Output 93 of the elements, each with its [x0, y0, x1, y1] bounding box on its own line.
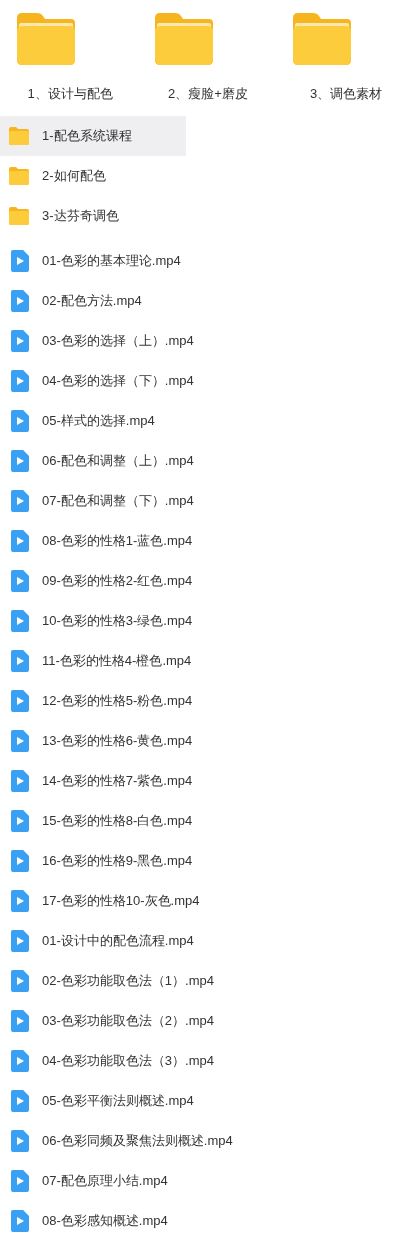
- video-file-icon: [11, 609, 29, 632]
- folder-tile[interactable]: 2、瘦脸+磨皮: [138, 12, 276, 104]
- item-name: 17-色彩的性格10-灰色.mp4: [42, 891, 200, 910]
- video-file-icon: [11, 729, 29, 752]
- item-name: 01-色彩的基本理论.mp4: [42, 251, 181, 270]
- video-file-icon: [11, 1129, 29, 1152]
- item-name: 3-达芬奇调色: [42, 206, 119, 225]
- video-file-icon: [11, 409, 29, 432]
- folder-row[interactable]: 1-配色系统课程: [0, 115, 186, 156]
- folder-tile[interactable]: 3、调色素材: [276, 12, 406, 104]
- item-name: 07-配色原理小结.mp4: [42, 1171, 168, 1190]
- file-row[interactable]: 04-色彩功能取色法（3）.mp4: [0, 1040, 220, 1081]
- folder-tile[interactable]: 1、设计与配色: [0, 12, 138, 104]
- file-row[interactable]: 05-样式的选择.mp4: [0, 400, 186, 441]
- item-name: 14-色彩的性格7-紫色.mp4: [42, 771, 193, 790]
- item-name: 06-色彩同频及聚焦法则概述.mp4: [42, 1131, 233, 1150]
- file-row[interactable]: 07-配色和调整（下）.mp4: [0, 480, 200, 521]
- item-name: 07-配色和调整（下）.mp4: [42, 491, 194, 510]
- video-file-icon: [11, 249, 29, 272]
- file-row[interactable]: 02-配色方法.mp4: [0, 280, 186, 321]
- item-name: 01-设计中的配色流程.mp4: [42, 931, 194, 950]
- item-name: 12-色彩的性格5-粉色.mp4: [42, 691, 193, 710]
- file-row[interactable]: 14-色彩的性格7-紫色.mp4: [0, 760, 199, 801]
- video-file-icon: [11, 809, 29, 832]
- file-row[interactable]: 16-色彩的性格9-黑色.mp4: [0, 840, 199, 881]
- video-file-icon: [11, 1049, 29, 1072]
- item-name: 10-色彩的性格3-绿色.mp4: [42, 611, 193, 630]
- video-file-icon: [11, 969, 29, 992]
- folder-icon: [291, 12, 353, 66]
- file-row[interactable]: 13-色彩的性格6-黄色.mp4: [0, 720, 199, 761]
- item-name: 08-色彩感知概述.mp4: [42, 1211, 168, 1230]
- folder-icon: [9, 166, 29, 185]
- item-name: 03-色彩的选择（上）.mp4: [42, 331, 194, 350]
- file-row[interactable]: 07-配色原理小结.mp4: [0, 1160, 186, 1201]
- item-name: 04-色彩的选择（下）.mp4: [42, 371, 194, 390]
- video-file-icon: [11, 1009, 29, 1032]
- item-name: 09-色彩的性格2-红色.mp4: [42, 571, 193, 590]
- video-file-icon: [11, 689, 29, 712]
- item-name: 15-色彩的性格8-白色.mp4: [42, 811, 193, 830]
- file-row[interactable]: 15-色彩的性格8-白色.mp4: [0, 800, 199, 841]
- file-row[interactable]: 01-色彩的基本理论.mp4: [0, 240, 187, 281]
- item-name: 03-色彩功能取色法（2）.mp4: [42, 1011, 214, 1030]
- video-file-icon: [11, 1089, 29, 1112]
- folder-name: 2、瘦脸+磨皮: [167, 85, 249, 103]
- item-name: 08-色彩的性格1-蓝色.mp4: [42, 531, 193, 550]
- file-row[interactable]: 08-色彩的性格1-蓝色.mp4: [0, 520, 199, 561]
- item-name: 04-色彩功能取色法（3）.mp4: [42, 1051, 214, 1070]
- item-name: 02-色彩功能取色法（1）.mp4: [42, 971, 214, 990]
- item-name: 1-配色系统课程: [42, 126, 132, 145]
- item-name: 06-配色和调整（上）.mp4: [42, 451, 194, 470]
- video-file-icon: [11, 1209, 29, 1232]
- folder-icon: [153, 12, 215, 66]
- video-file-icon: [11, 849, 29, 872]
- item-name: 11-色彩的性格4-橙色.mp4: [42, 651, 192, 670]
- folder-row[interactable]: 2-如何配色: [0, 155, 186, 196]
- video-file-icon: [11, 889, 29, 912]
- folder-icon: [9, 126, 29, 145]
- video-file-icon: [11, 649, 29, 672]
- file-row[interactable]: 05-色彩平衡法则概述.mp4: [0, 1080, 200, 1121]
- file-row[interactable]: 01-设计中的配色流程.mp4: [0, 920, 200, 961]
- video-file-icon: [11, 769, 29, 792]
- file-row[interactable]: 10-色彩的性格3-绿色.mp4: [0, 600, 199, 641]
- file-row[interactable]: 06-配色和调整（上）.mp4: [0, 440, 200, 481]
- folder-name: 1、设计与配色: [26, 85, 114, 103]
- item-name: 05-样式的选择.mp4: [42, 411, 155, 430]
- video-file-icon: [11, 1169, 29, 1192]
- file-row[interactable]: 04-色彩的选择（下）.mp4: [0, 360, 200, 401]
- video-file-icon: [11, 929, 29, 952]
- video-file-icon: [11, 529, 29, 552]
- file-row[interactable]: 17-色彩的性格10-灰色.mp4: [0, 880, 206, 921]
- video-file-icon: [11, 569, 29, 592]
- video-file-icon: [11, 369, 29, 392]
- file-row[interactable]: 08-色彩感知概述.mp4: [0, 1200, 186, 1238]
- item-name: 2-如何配色: [42, 166, 106, 185]
- file-row[interactable]: 03-色彩的选择（上）.mp4: [0, 320, 200, 361]
- item-name: 02-配色方法.mp4: [42, 291, 142, 310]
- video-file-icon: [11, 289, 29, 312]
- file-row[interactable]: 11-色彩的性格4-橙色.mp4: [0, 640, 198, 681]
- folder-row[interactable]: 3-达芬奇调色: [0, 195, 186, 236]
- folder-name: 3、调色素材: [308, 85, 384, 103]
- item-name: 13-色彩的性格6-黄色.mp4: [42, 731, 193, 750]
- folder-icon: [15, 12, 77, 66]
- video-file-icon: [11, 449, 29, 472]
- item-name: 05-色彩平衡法则概述.mp4: [42, 1091, 194, 1110]
- video-file-icon: [11, 489, 29, 512]
- item-name: 16-色彩的性格9-黑色.mp4: [42, 851, 193, 870]
- file-row[interactable]: 09-色彩的性格2-红色.mp4: [0, 560, 199, 601]
- video-file-icon: [11, 329, 29, 352]
- file-row[interactable]: 06-色彩同频及聚焦法则概述.mp4: [0, 1120, 239, 1161]
- file-row[interactable]: 02-色彩功能取色法（1）.mp4: [0, 960, 220, 1001]
- file-row[interactable]: 12-色彩的性格5-粉色.mp4: [0, 680, 199, 721]
- file-row[interactable]: 03-色彩功能取色法（2）.mp4: [0, 1000, 220, 1041]
- folder-icon: [9, 206, 29, 225]
